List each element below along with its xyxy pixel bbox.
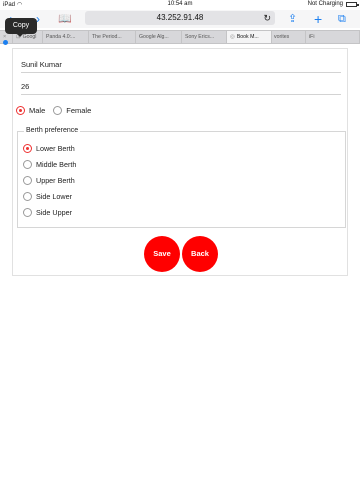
radio-side-lower[interactable] <box>23 192 32 201</box>
tab-label: Google Alg... <box>139 34 169 40</box>
tooltip-arrow <box>17 34 23 37</box>
tab-sony[interactable]: Sony Erics... <box>182 31 227 43</box>
gender-male-option[interactable]: Male <box>16 106 45 115</box>
tab-favorites[interactable]: vorites <box>272 31 306 43</box>
new-tab-icon[interactable]: + <box>314 11 322 27</box>
name-field[interactable]: Sunil Kumar <box>21 57 341 73</box>
tab-period[interactable]: The Period... <box>89 31 136 43</box>
tab-label: Googl <box>22 34 37 40</box>
berth-legend: Berth preference <box>24 127 81 134</box>
radio-label: Male <box>29 106 46 115</box>
booking-form: Sunil Kumar 26 Male Female Berth prefere… <box>12 48 348 276</box>
berth-option-middle[interactable]: Middle Berth <box>23 160 76 169</box>
radio-middle-berth[interactable] <box>23 160 32 169</box>
gender-group: Male Female <box>16 106 99 115</box>
reload-icon[interactable]: ↻ <box>263 11 271 25</box>
tab-label: Panda 4.0:... <box>46 34 76 40</box>
tab-ifi[interactable]: iFi <box>306 31 360 43</box>
tab-google-alg[interactable]: Google Alg... <box>136 31 182 43</box>
tab-label: The Period... <box>92 34 122 40</box>
radio-female[interactable] <box>53 106 63 115</box>
tab-panda[interactable]: Panda 4.0:... <box>43 31 89 43</box>
radio-label: Side Upper <box>36 208 72 217</box>
url-text: 43.252.91.48 <box>156 13 204 22</box>
tabs-icon[interactable]: ⧉ <box>338 11 346 27</box>
status-bar: iPad ◠ 10:54 am Not Charging <box>0 0 360 10</box>
radio-lower-berth[interactable] <box>23 144 32 153</box>
age-field[interactable]: 26 <box>21 79 341 95</box>
radio-upper-berth[interactable] <box>23 176 32 185</box>
radio-side-upper[interactable] <box>23 208 32 217</box>
radio-label: Upper Berth <box>36 176 75 185</box>
tab-bar: × ⊡ Googl Panda 4.0:... The Period... Goo… <box>0 30 360 44</box>
tab-label: Book M... <box>236 34 259 40</box>
globe-icon: ◎ <box>230 34 235 40</box>
berth-option-side-lower[interactable]: Side Lower <box>23 192 72 201</box>
berth-option-lower[interactable]: Lower Berth <box>23 144 75 153</box>
tab-label: vorites <box>274 34 290 40</box>
tab-label: iFi <box>309 34 315 40</box>
selection-handle[interactable] <box>3 40 8 45</box>
berth-option-upper[interactable]: Upper Berth <box>23 176 75 185</box>
gender-female-option[interactable]: Female <box>53 106 91 115</box>
radio-label: Female <box>66 106 92 115</box>
address-bar[interactable]: 43.252.91.48 ↻ <box>85 11 275 25</box>
copy-tooltip[interactable]: Copy <box>5 18 37 34</box>
berth-option-side-upper[interactable]: Side Upper <box>23 208 72 217</box>
berth-fieldset: Berth preference Lower Berth Middle Bert… <box>17 127 346 228</box>
charging-status: Not Charging <box>307 1 343 7</box>
radio-male[interactable] <box>16 106 25 115</box>
save-button[interactable]: Save <box>144 236 180 272</box>
tab-book-m[interactable]: ◎ Book M... <box>227 31 272 43</box>
clock: 10:54 am <box>167 1 193 7</box>
share-icon[interactable]: ⇪ <box>288 11 297 27</box>
radio-label: Middle Berth <box>36 160 77 169</box>
tab-label: Sony Erics... <box>185 34 215 40</box>
radio-label: Side Lower <box>36 192 72 201</box>
back-button[interactable]: Back <box>182 236 218 272</box>
radio-label: Lower Berth <box>36 144 75 153</box>
battery-icon <box>346 1 359 7</box>
bookmarks-icon[interactable]: 📖 <box>58 11 72 27</box>
